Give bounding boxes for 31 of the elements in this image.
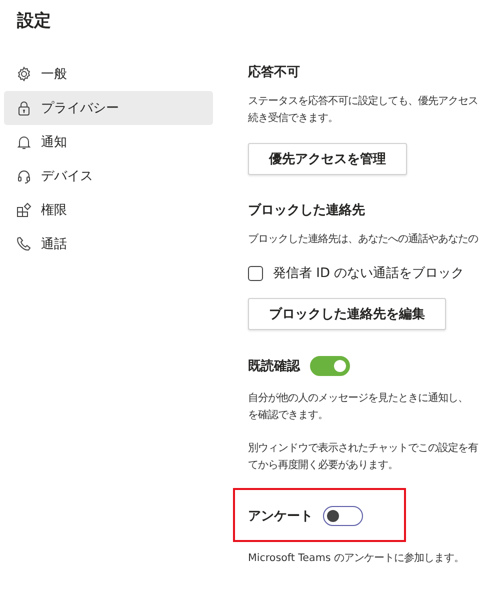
description-line: Microsoft Teams のアンケートに参加します。 xyxy=(248,551,464,566)
checkbox-label: 発信者 ID のない通話をブロック xyxy=(273,265,464,282)
sidebar-item[interactable]: デバイス xyxy=(4,159,213,193)
section-heading: ブロックした連絡先 xyxy=(248,202,366,219)
settings-button[interactable]: 優先アクセスを管理 xyxy=(248,143,407,175)
apps-icon xyxy=(16,202,32,218)
section-heading: 応答不可 xyxy=(248,64,301,81)
description-line: てから再度開く必要があります。 xyxy=(248,458,398,473)
toggle-label: 既読確認 xyxy=(248,358,300,375)
page-title: 設定 xyxy=(16,10,52,33)
sidebar-item[interactable]: 権限 xyxy=(4,193,213,227)
toggle-switch[interactable] xyxy=(310,356,350,376)
description-line: ステータスを応答不可に設定しても、優先アクセス xyxy=(248,94,478,109)
description-line: 続き受信できます。 xyxy=(248,111,338,126)
description-line: 自分が他の人のメッセージを見たときに通知し、 xyxy=(248,391,468,406)
gear-icon xyxy=(16,66,32,82)
sidebar-item[interactable]: 通知 xyxy=(4,125,213,159)
headset-icon xyxy=(16,168,32,184)
sidebar-item[interactable]: プライバシー xyxy=(4,91,213,125)
toggle-label: アンケート xyxy=(248,508,313,525)
phone-icon xyxy=(16,236,32,252)
settings-button[interactable]: ブロックした連絡先を編集 xyxy=(248,298,446,330)
description-line: を確認できます。 xyxy=(248,408,328,423)
description-line: ブロックした連絡先は、あなたへの通話やあなたの xyxy=(248,232,478,247)
checkbox[interactable] xyxy=(248,266,263,280)
toggle-switch[interactable] xyxy=(323,506,363,526)
bell-icon xyxy=(16,134,32,150)
sidebar-item[interactable]: 一般 xyxy=(4,57,213,91)
description-line: 別ウィンドウで表示されたチャットでこの設定を有 xyxy=(248,441,478,456)
lock-icon xyxy=(16,100,32,116)
sidebar-item[interactable]: 通話 xyxy=(4,227,213,261)
